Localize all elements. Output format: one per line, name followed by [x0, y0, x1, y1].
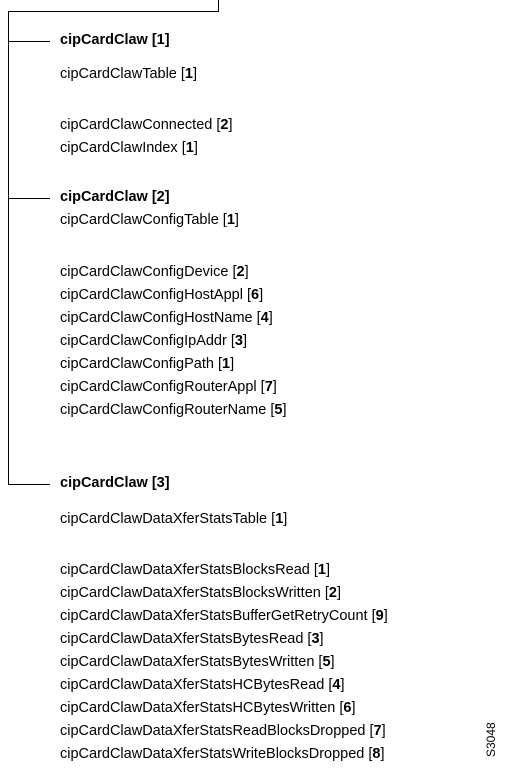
object-entry: cipCardClawDataXferStatsWriteBlocksDropp… [60, 746, 385, 762]
branch-line-2 [8, 198, 50, 199]
object-entry: cipCardClawConnected [2] [60, 117, 233, 133]
object-entry: cipCardClawConfigDevice [2] [60, 264, 249, 280]
object-entry: cipCardClawDataXferStatsBufferGetRetryCo… [60, 608, 388, 624]
table-entry: cipCardClawTable [1] [60, 66, 198, 82]
figure-id: S3048 [484, 722, 498, 757]
object-entry: cipCardClawDataXferStatsHCBytesRead [4] [60, 677, 345, 693]
group-heading: cipCardClaw [2] [60, 189, 170, 205]
group-heading: cipCardClaw [1] [60, 32, 170, 48]
object-entry: cipCardClawConfigPath [1] [60, 356, 235, 372]
object-entry: cipCardClawIndex [1] [60, 140, 198, 156]
tree-trunk [8, 11, 9, 485]
object-entry: cipCardClawConfigHostAppl [6] [60, 287, 264, 303]
object-entry: cipCardClawDataXferStatsBytesWritten [5] [60, 654, 335, 670]
object-entry: cipCardClawDataXferStatsReadBlocksDroppe… [60, 723, 386, 739]
object-entry: cipCardClawConfigRouterAppl [7] [60, 379, 277, 395]
object-entry: cipCardClawDataXferStatsHCBytesWritten [… [60, 700, 356, 716]
object-entry: cipCardClawDataXferStatsBlocksRead [1] [60, 562, 330, 578]
tree-top-connector [8, 11, 219, 12]
table-entry: cipCardClawConfigTable [1] [60, 212, 239, 228]
object-entry: cipCardClawDataXferStatsBlocksWritten [2… [60, 585, 341, 601]
table-entry: cipCardClawDataXferStatsTable [1] [60, 511, 288, 527]
group-heading: cipCardClaw [3] [60, 475, 170, 491]
branch-line-1 [8, 41, 50, 42]
branch-line-3 [8, 484, 50, 485]
object-entry: cipCardClawConfigRouterName [5] [60, 402, 287, 418]
object-entry: cipCardClawDataXferStatsBytesRead [3] [60, 631, 324, 647]
object-entry: cipCardClawConfigIpAddr [3] [60, 333, 247, 349]
object-entry: cipCardClawConfigHostName [4] [60, 310, 273, 326]
